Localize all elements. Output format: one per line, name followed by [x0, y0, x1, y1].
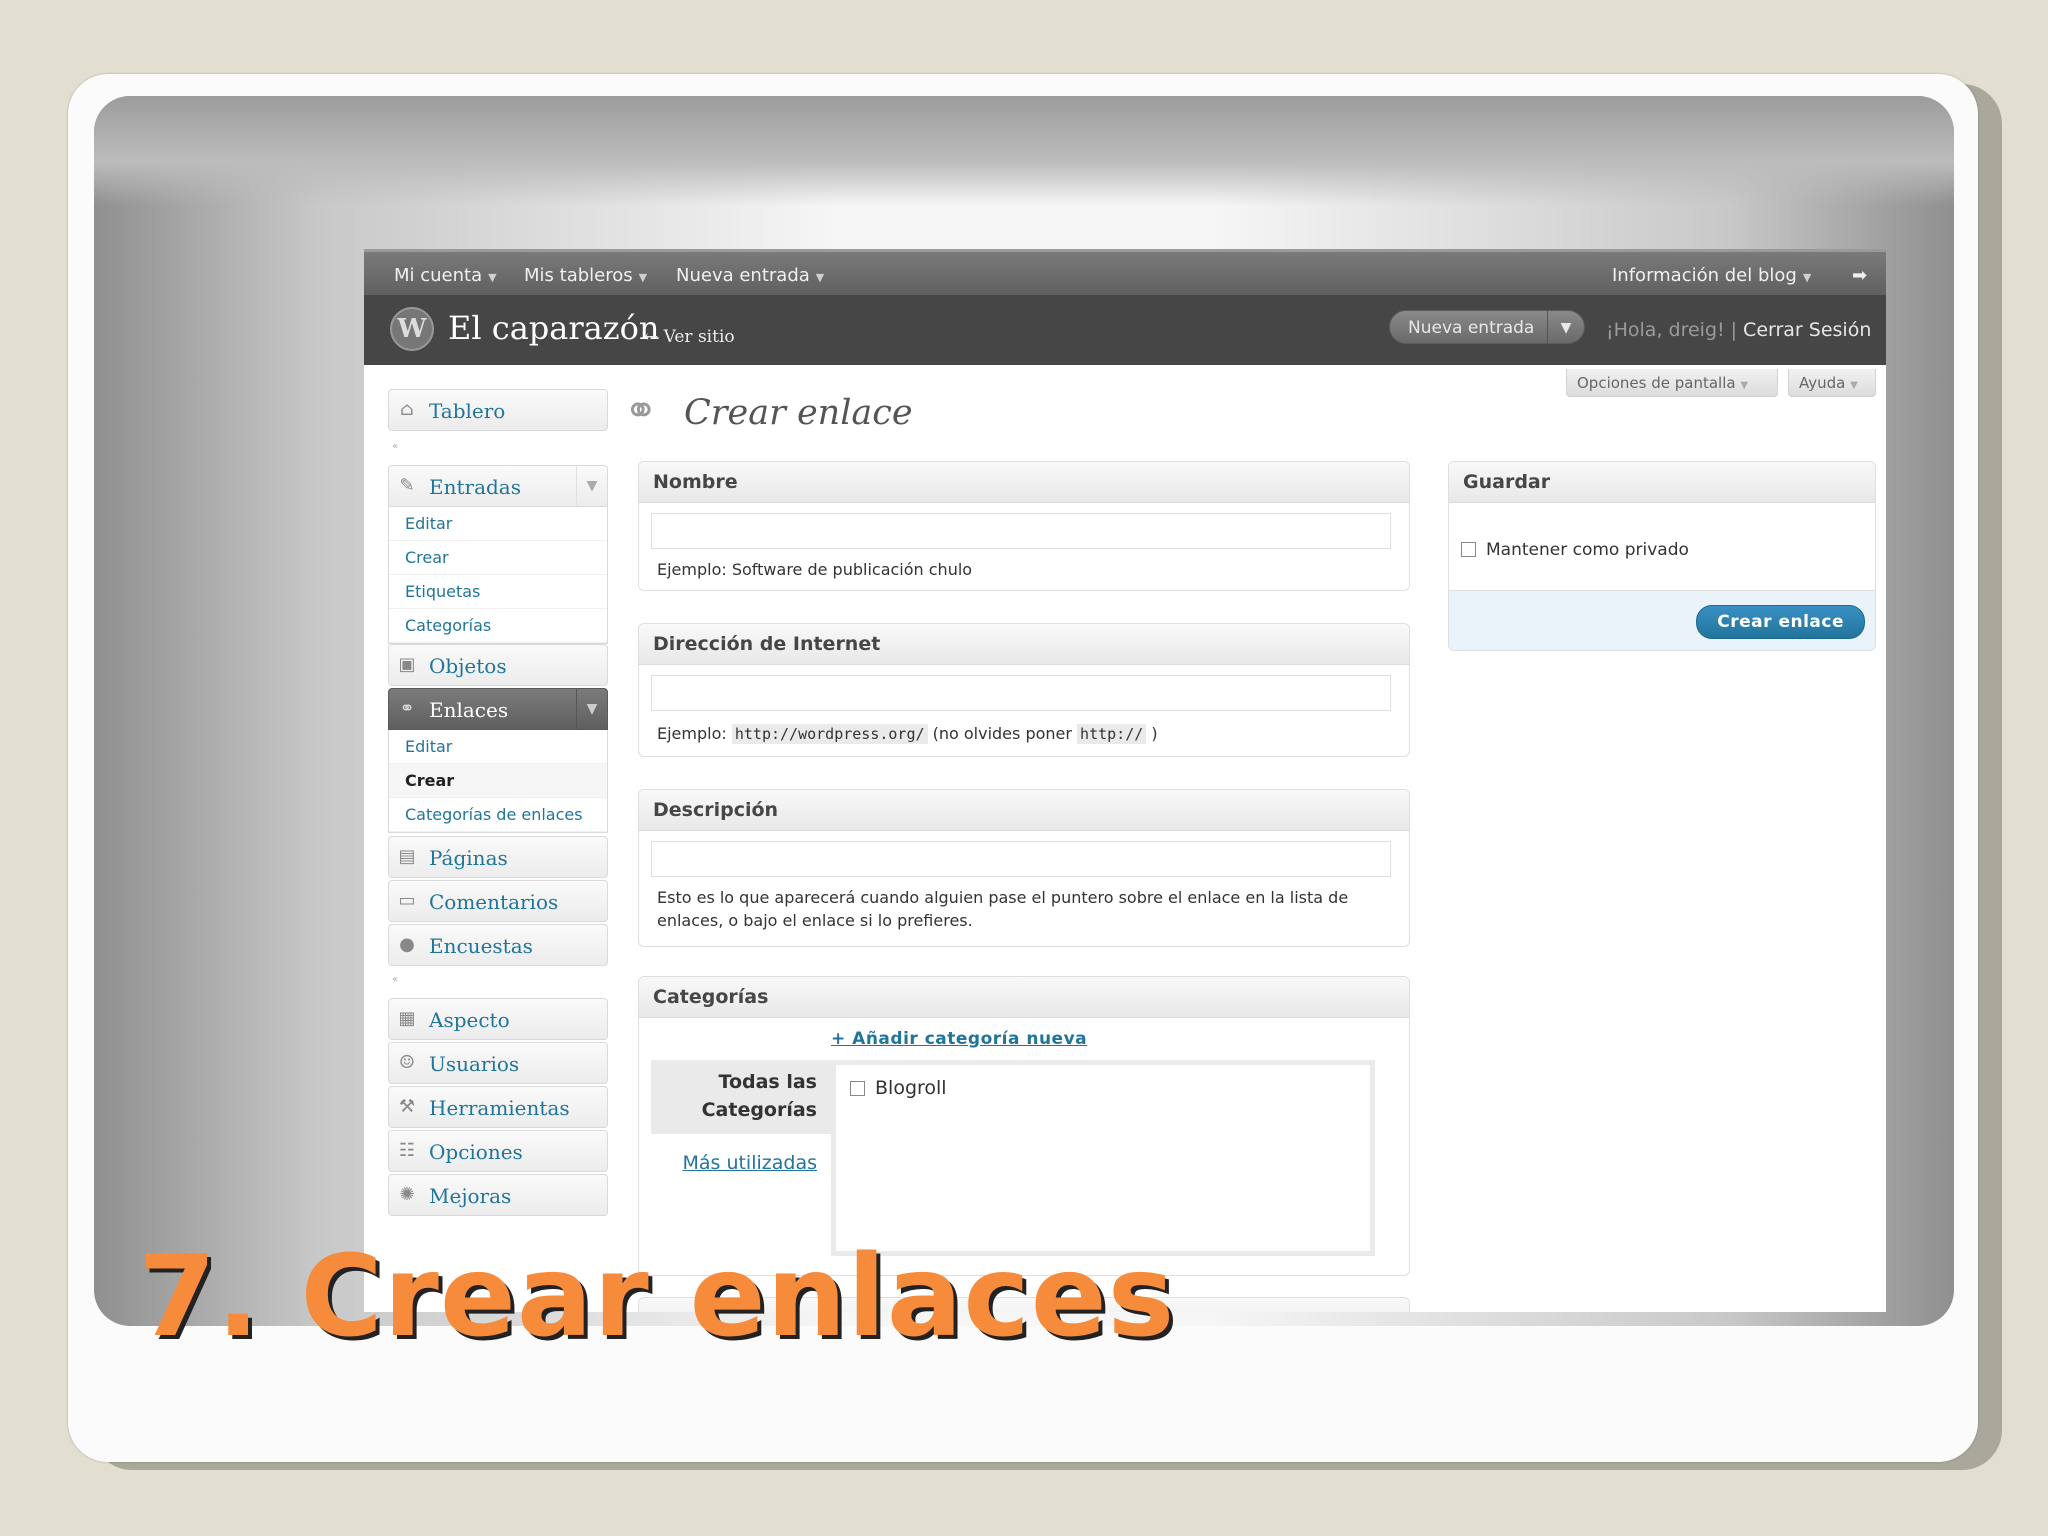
menu-item-enlaces[interactable]: ⚭ Enlaces ▼ — [388, 688, 608, 730]
upgrades-icon: ✺ — [399, 1184, 415, 1205]
ver-sitio-link[interactable]: ← Ver sitio — [644, 327, 735, 347]
greeting-text: ¡Hola, dreig! — [1606, 319, 1725, 341]
descripcion-hint: Esto es lo que aparecerá cuando alguien … — [657, 888, 1349, 930]
screen-options-button[interactable]: Opciones de pantalla ▼ — [1566, 369, 1778, 397]
add-category-link[interactable]: + Añadir categoría nueva — [831, 1029, 1087, 1049]
dashboard-icon: ⌂ — [400, 399, 414, 420]
submenu-item[interactable]: Crear — [389, 541, 607, 575]
guardar-heading: Guardar — [1449, 462, 1875, 503]
appearance-icon: ▦ — [398, 1008, 416, 1029]
help-button[interactable]: Ayuda ▼ — [1788, 369, 1876, 397]
menu-item-herramientas[interactable]: ⚒ Herramientas — [388, 1086, 608, 1128]
menu-item-encuestas[interactable]: ● Encuestas — [388, 924, 608, 966]
comment-icon: ▭ — [398, 890, 416, 911]
fav-action-label[interactable]: Nueva entrada — [1408, 311, 1534, 345]
caret-down-icon: ▼ — [815, 271, 825, 284]
settings-icon: ☷ — [398, 1140, 416, 1161]
caret-down-icon: ▼ — [1850, 380, 1858, 391]
mi-cuenta-menu[interactable]: Mi cuenta ▼ — [394, 265, 497, 286]
menu-item-paginas[interactable]: ▤ Páginas — [388, 836, 608, 878]
menu-item-comentarios[interactable]: ▭ Comentarios — [388, 880, 608, 922]
slide-caption: 7. Crear enlaces — [138, 1232, 1176, 1362]
direccion-heading: Dirección de Internet — [639, 624, 1409, 665]
tab-all-categories[interactable]: Todas las Categorías — [651, 1060, 831, 1134]
logout-link[interactable]: Cerrar Sesión — [1743, 319, 1871, 341]
private-option[interactable]: Mantener como privado — [1461, 540, 1689, 560]
page-title: Crear enlace — [684, 393, 913, 433]
category-tabs: Todas las Categorías Más utilizadas — [651, 1060, 831, 1260]
caret-down-icon: ▼ — [1802, 271, 1812, 284]
slide: Mi cuenta ▼ Mis tableros ▼ Nueva entrada ▼ … — [68, 74, 1978, 1462]
nombre-heading: Nombre — [639, 462, 1409, 503]
link-icon: ⚭ — [399, 698, 415, 719]
submenu-enlaces: Editar Crear Categorías de enlaces — [388, 730, 608, 833]
caret-down-icon: ▼ — [488, 271, 497, 284]
favorite-actions[interactable]: Nueva entrada ▼ — [1389, 310, 1585, 344]
menu-item-mejoras[interactable]: ✺ Mejoras — [388, 1174, 608, 1216]
wordpress-admin-screenshot: Mi cuenta ▼ Mis tableros ▼ Nueva entrada ▼ … — [364, 249, 1886, 1312]
submenu-item[interactable]: Editar — [389, 507, 607, 541]
submenu-item[interactable]: Categorías de enlaces — [389, 798, 607, 832]
descripcion-box: Descripción Esto es lo que aparecerá cua… — [638, 789, 1410, 947]
collapse-arrow-icon[interactable]: « — [392, 441, 398, 452]
categorias-heading: Categorías — [639, 977, 1409, 1018]
submenu-entradas: Editar Crear Etiquetas Categorías — [388, 507, 608, 644]
admin-header: W El caparazón ← Ver sitio Nueva entrada… — [364, 295, 1886, 365]
caret-down-icon: ▼ — [1740, 380, 1749, 391]
direccion-box: Dirección de Internet Ejemplo: http://wo… — [638, 623, 1410, 757]
crear-enlace-button[interactable]: Crear enlace — [1696, 605, 1865, 639]
toggle-arrow-icon[interactable]: ▼ — [576, 466, 607, 506]
menu-item-entradas[interactable]: ✎ Entradas ▼ — [388, 465, 608, 507]
menu-item-aspecto[interactable]: ▦ Aspecto — [388, 998, 608, 1040]
menu-item-tablero[interactable]: ⌂ Tablero — [388, 389, 608, 431]
collapse-arrow-icon[interactable]: « — [392, 974, 398, 985]
pages-icon: ▤ — [398, 846, 416, 867]
guardar-box: Guardar Mantener como privado Crear enla… — [1448, 461, 1876, 651]
menu-item-objetos[interactable]: ▣ Objetos — [388, 644, 608, 686]
caret-down-icon: ▼ — [638, 271, 648, 284]
menu-item-usuarios[interactable]: ☺ Usuarios — [388, 1042, 608, 1084]
pushpin-icon: ✎ — [399, 475, 415, 496]
guardar-actions: Crear enlace — [1449, 590, 1875, 650]
mis-tableros-menu[interactable]: Mis tableros ▼ — [524, 265, 647, 286]
wordpress-logo-icon: W — [390, 307, 434, 351]
info-blog-menu[interactable]: Información del blog ▼ — [1612, 265, 1811, 286]
user-greeting: ¡Hola, dreig! | Cerrar Sesión — [1606, 319, 1872, 341]
descripcion-heading: Descripción — [639, 790, 1409, 831]
direccion-hint: Ejemplo: http://wordpress.org/ (no olvid… — [657, 724, 1158, 744]
descripcion-input[interactable] — [651, 841, 1391, 877]
site-title: El caparazón — [448, 309, 660, 347]
categorias-box: Categorías + Añadir categoría nueva Toda… — [638, 976, 1410, 1276]
exit-arrow-icon[interactable]: ➡ — [1852, 265, 1867, 286]
nombre-hint: Ejemplo: Software de publicación chulo — [657, 560, 973, 579]
nueva-entrada-menu[interactable]: Nueva entrada ▼ — [676, 265, 824, 286]
submenu-item-current[interactable]: Crear — [389, 764, 607, 798]
submenu-item[interactable]: Editar — [389, 730, 607, 764]
tools-icon: ⚒ — [398, 1096, 416, 1117]
poll-icon: ● — [399, 934, 415, 955]
admin-top-bar: Mi cuenta ▼ Mis tableros ▼ Nueva entrada ▼ … — [364, 249, 1886, 298]
nombre-box: Nombre Ejemplo: Software de publicación … — [638, 461, 1410, 591]
submenu-item[interactable]: Etiquetas — [389, 575, 607, 609]
link-icon: ⚭ — [624, 388, 658, 434]
category-checklist: Blogroll — [831, 1060, 1375, 1256]
submenu-item[interactable]: Categorías — [389, 609, 607, 643]
menu-item-opciones[interactable]: ☷ Opciones — [388, 1130, 608, 1172]
url-input[interactable] — [651, 675, 1391, 711]
category-item[interactable]: Blogroll — [850, 1077, 947, 1099]
nombre-input[interactable] — [651, 513, 1391, 549]
tab-most-used[interactable]: Más utilizadas — [682, 1152, 817, 1174]
toggle-arrow-icon[interactable]: ▼ — [576, 689, 607, 729]
users-icon: ☺ — [398, 1052, 416, 1073]
checkbox[interactable] — [850, 1081, 865, 1096]
media-icon: ▣ — [398, 654, 416, 675]
private-checkbox[interactable] — [1461, 542, 1476, 557]
dropdown-arrow-icon[interactable]: ▼ — [1547, 311, 1584, 343]
slide-inner-panel: Mi cuenta ▼ Mis tableros ▼ Nueva entrada ▼ … — [94, 96, 1954, 1326]
